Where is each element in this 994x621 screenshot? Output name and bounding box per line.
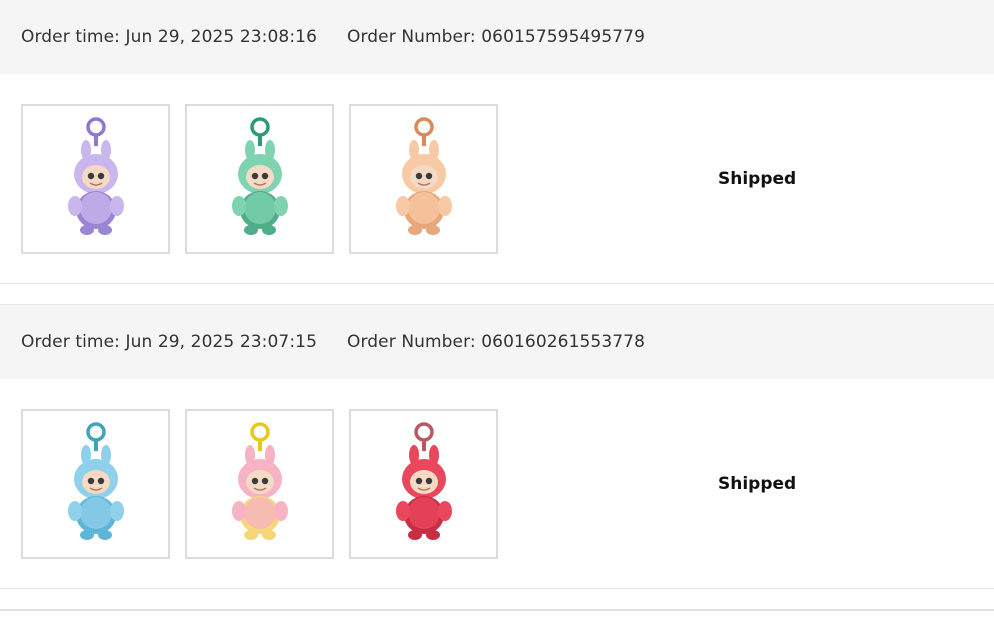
order-body[interactable]: Shipped [0, 74, 994, 284]
order-number-label: Order Number: [347, 27, 476, 47]
red-plush-keychain-image [395, 422, 452, 540]
order-status: Shipped [718, 474, 797, 494]
blue-plush-keychain-image [67, 422, 124, 540]
order-header: Order time: Jun 29, 2025 23:08:16 Order … [0, 0, 994, 74]
order-number[interactable]: 060157595495779 [481, 27, 645, 47]
order-number[interactable]: 060160261553778 [481, 332, 645, 352]
order-time-label: Order time: [21, 332, 120, 352]
peach-plush-keychain-image [395, 117, 452, 235]
order-body[interactable]: Shipped [0, 379, 994, 589]
product-thumbnail[interactable] [21, 409, 170, 559]
lavender-plush-keychain-image [67, 117, 124, 235]
order-time-label: Order time: [21, 27, 120, 47]
order-status: Shipped [718, 169, 797, 189]
order-time: Jun 29, 2025 23:07:15 [125, 332, 317, 352]
order-card: Order time: Jun 29, 2025 23:07:15 Order … [0, 305, 994, 589]
product-thumbnails [21, 104, 498, 254]
order-divider [0, 589, 994, 611]
product-thumbnail[interactable] [185, 409, 334, 559]
product-thumbnail[interactable] [349, 104, 498, 254]
product-thumbnail[interactable] [349, 409, 498, 559]
sunset-plush-keychain-image [231, 422, 288, 540]
product-thumbnail[interactable] [185, 104, 334, 254]
order-card: Order time: Jun 29, 2025 23:08:16 Order … [0, 0, 994, 284]
mint-plush-keychain-image [231, 117, 288, 235]
order-divider [0, 284, 994, 305]
product-thumbnails [21, 409, 498, 559]
order-header: Order time: Jun 29, 2025 23:07:15 Order … [0, 305, 994, 379]
order-time: Jun 29, 2025 23:08:16 [125, 27, 317, 47]
product-thumbnail[interactable] [21, 104, 170, 254]
order-number-label: Order Number: [347, 332, 476, 352]
